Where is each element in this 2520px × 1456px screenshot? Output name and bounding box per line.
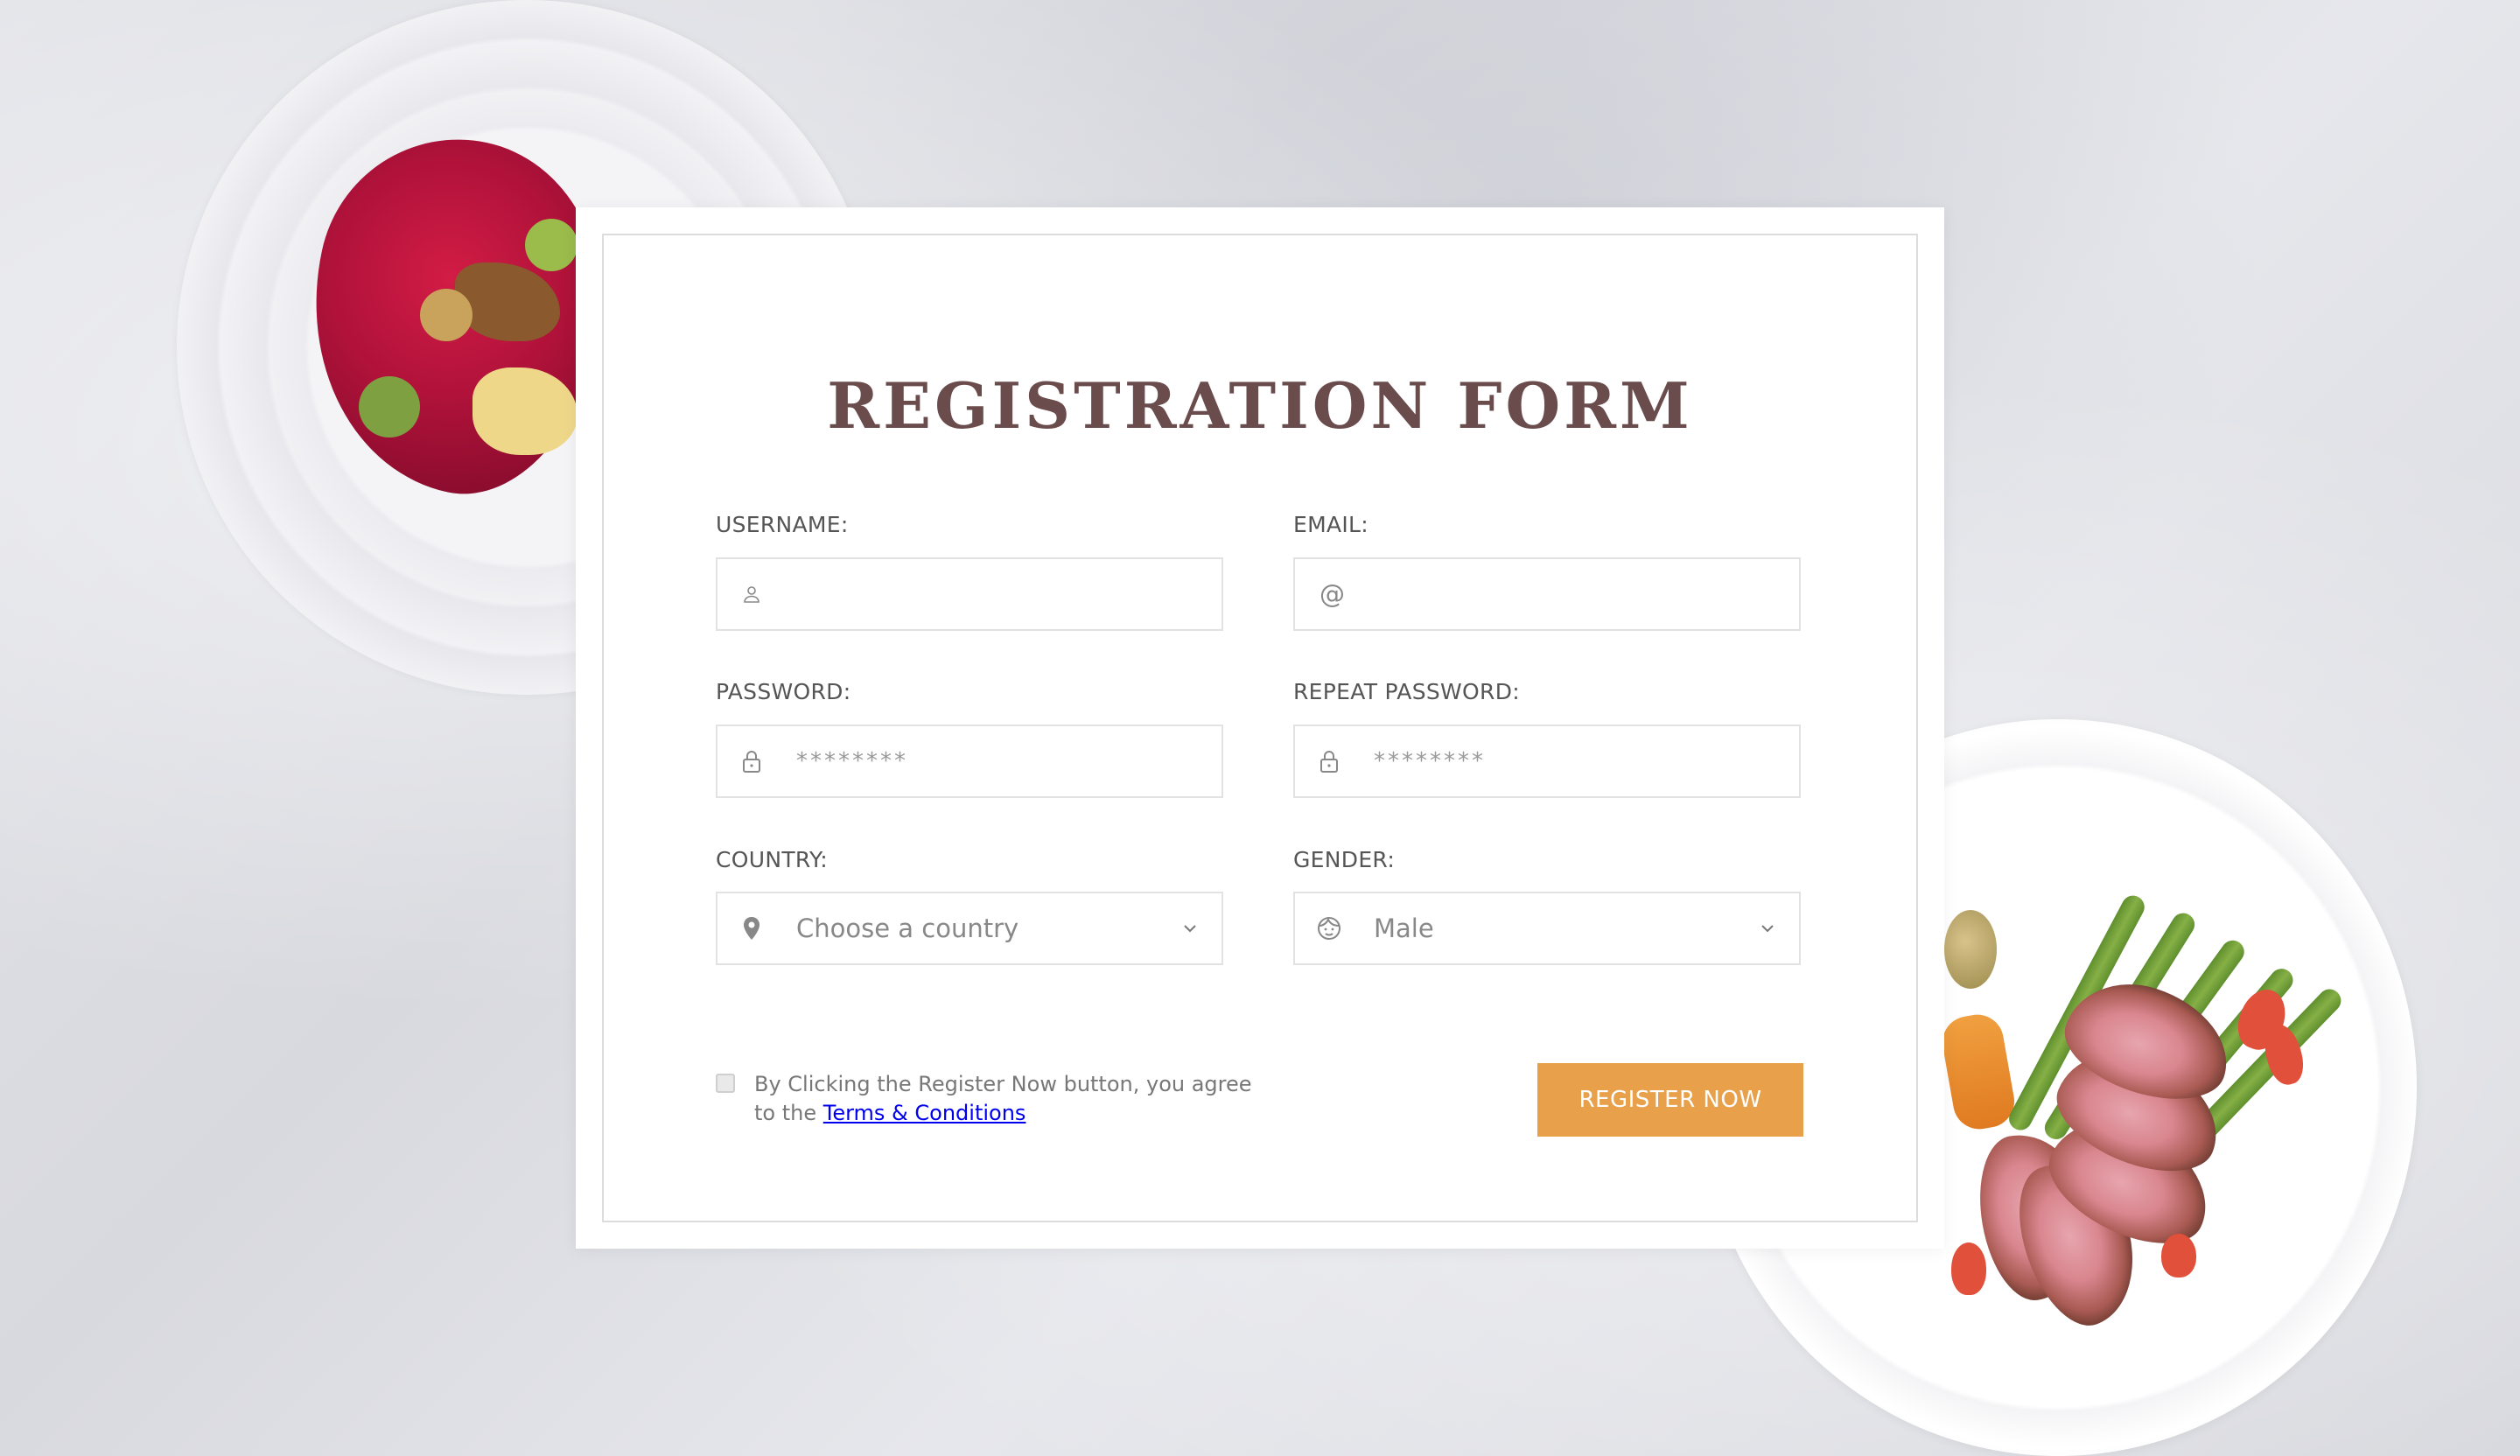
repeat-password-value: ******** (1374, 748, 1486, 774)
password-input[interactable]: ******** (716, 724, 1223, 798)
terms-link[interactable]: Terms & Conditions (823, 1101, 1026, 1125)
country-select[interactable]: Choose a country (716, 892, 1223, 965)
email-label: EMAIL: (1293, 512, 1368, 537)
gender-selected-value: Male (1374, 914, 1434, 943)
email-value: @ (1320, 579, 1345, 609)
potato-image (1944, 910, 1997, 989)
lock-icon (1316, 748, 1342, 774)
garnish-image (359, 376, 420, 438)
chevron-down-icon (1757, 918, 1778, 939)
garnish-image (420, 289, 472, 341)
gender-select[interactable]: Male (1293, 892, 1801, 965)
lock-icon (738, 748, 765, 774)
chevron-down-icon (1180, 918, 1200, 939)
terms-checkbox[interactable] (716, 1074, 735, 1093)
map-pin-icon (738, 915, 765, 942)
garnish-image (525, 219, 578, 271)
country-selected-value: Choose a country (796, 914, 1019, 943)
terms-text: By Clicking the Register Now button, you… (754, 1070, 1279, 1128)
registration-card-frame: REGISTRATION FORM USERNAME: EMAIL: @ PAS… (602, 234, 1918, 1222)
gender-label: GENDER: (1293, 847, 1396, 872)
face-icon (1316, 915, 1342, 942)
username-input[interactable] (716, 557, 1223, 631)
country-label: COUNTRY: (716, 847, 828, 872)
email-input[interactable]: @ (1293, 557, 1801, 631)
username-label: USERNAME: (716, 512, 849, 537)
repeat-password-label: REPEAT PASSWORD: (1293, 679, 1520, 704)
register-now-button[interactable]: REGISTER NOW (1537, 1063, 1803, 1137)
password-label: PASSWORD: (716, 679, 851, 704)
user-icon (738, 581, 765, 607)
terms-agreement: By Clicking the Register Now button, you… (716, 1070, 1279, 1128)
repeat-password-input[interactable]: ******** (1293, 724, 1801, 798)
registration-card: REGISTRATION FORM USERNAME: EMAIL: @ PAS… (576, 207, 1944, 1249)
form-title: REGISTRATION FORM (827, 368, 1693, 443)
strawberry-image (2161, 1234, 2196, 1278)
password-value: ******** (796, 748, 908, 774)
strawberry-image (1951, 1242, 1986, 1295)
